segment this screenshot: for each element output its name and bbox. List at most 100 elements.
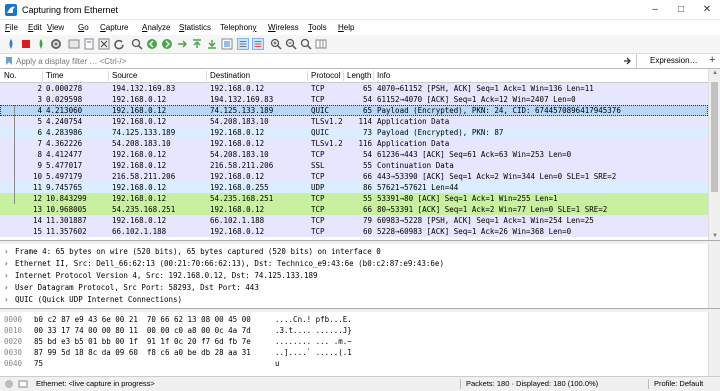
expert-info-icon[interactable] (4, 379, 14, 389)
colorize-list-icon[interactable] (252, 38, 264, 50)
related-packet-marker (14, 171, 15, 182)
go-forward-icon[interactable] (161, 38, 173, 50)
detail-tree-item[interactable]: › Frame 4: 65 bytes on wire (520 bits), 6… (0, 246, 708, 258)
column-divider[interactable] (206, 71, 207, 81)
scroll-up-icon[interactable]: ▲ (712, 70, 718, 76)
column-header[interactable]: Info (377, 71, 390, 80)
packet-row[interactable]: 12 10.843299 192.168.0.12 54.235.168.251 TCP… (0, 193, 708, 204)
menu-item[interactable]: View (47, 23, 64, 32)
column-divider[interactable] (307, 71, 308, 81)
display-filter-input[interactable] (2, 55, 635, 67)
packet-row[interactable]: 9 5.477017 192.168.0.12 216.58.211.206 SSL 55… (0, 160, 708, 171)
close-button[interactable]: ✕ (694, 0, 720, 20)
packet-src: 54.208.183.10 (112, 139, 171, 148)
capture-options-icon[interactable] (50, 38, 62, 50)
column-divider[interactable] (108, 71, 109, 81)
column-header[interactable]: Length (347, 71, 371, 80)
packet-dst: 192.168.0.12 (210, 172, 265, 181)
column-header[interactable]: No. (4, 71, 16, 80)
details-scrollbar[interactable] (708, 244, 720, 308)
column-divider[interactable] (42, 71, 43, 81)
minimize-button[interactable]: – (642, 0, 668, 20)
stop-capture-icon[interactable] (20, 38, 32, 50)
display-filter-bar: Expression… + (0, 54, 720, 69)
column-header[interactable]: Time (46, 71, 63, 80)
go-to-packet-icon[interactable] (176, 38, 188, 50)
packet-dst: 216.58.211.206 (210, 161, 274, 170)
colorize-icon[interactable] (237, 38, 249, 50)
expand-arrow-icon[interactable]: › (4, 282, 9, 294)
column-header[interactable]: Source (112, 71, 137, 80)
add-filter-button[interactable]: + (709, 54, 715, 66)
menu-item[interactable]: File (5, 23, 18, 32)
autoscroll-icon[interactable] (221, 38, 233, 50)
column-divider[interactable] (343, 71, 344, 81)
start-capture-icon[interactable] (5, 38, 17, 50)
column-header[interactable]: Destination (210, 71, 250, 80)
packet-src: 54.235.168.251 (112, 205, 176, 214)
packet-row[interactable]: 10 5.497179 216.58.211.206 192.168.0.12 TCP 6… (0, 171, 708, 182)
expand-arrow-icon[interactable]: › (4, 270, 9, 282)
expression-button[interactable]: Expression… (650, 56, 698, 65)
normal-size-icon[interactable] (300, 38, 312, 50)
scroll-down-icon[interactable]: ▼ (712, 233, 718, 239)
capture-comment-icon[interactable] (18, 379, 28, 389)
first-packet-icon[interactable] (191, 38, 203, 50)
packet-row-selected[interactable]: 4 4.213060 192.168.0.12 74.125.133.189 QUIC 6… (0, 105, 708, 116)
scroll-thumb[interactable] (711, 82, 718, 192)
last-packet-icon[interactable] (206, 38, 218, 50)
packet-info: 5228→60983 [ACK] Seq=1 Ack=26 Win=368 Le… (377, 227, 572, 236)
menu-item[interactable]: Wireless (268, 23, 299, 32)
restart-capture-icon[interactable] (35, 38, 47, 50)
packet-row[interactable]: 6 4.283986 74.125.133.189 192.168.0.12 QUIC 7… (0, 127, 708, 138)
profile-indicator[interactable]: Profile: Default (654, 379, 703, 388)
menu-item[interactable]: Analyze (142, 23, 170, 32)
detail-tree-item[interactable]: › User Datagram Protocol, Src Port: 58293… (0, 282, 708, 294)
packet-row[interactable]: 3 0.029598 192.168.0.12 194.132.169.83 TCP 54… (0, 94, 708, 105)
expand-arrow-icon[interactable]: › (4, 258, 9, 270)
expand-arrow-icon[interactable]: › (4, 294, 9, 306)
column-divider[interactable] (373, 71, 374, 81)
column-header[interactable]: Protocol (311, 71, 340, 80)
apply-filter-arrow-icon[interactable] (622, 56, 632, 66)
packet-len: 65 (362, 106, 372, 115)
packet-row[interactable]: 13 10.968005 54.235.168.251 192.168.0.12 TCP… (0, 204, 708, 215)
menu-item[interactable]: Go (78, 23, 89, 32)
packet-no: 6 (37, 128, 42, 137)
detail-tree-item[interactable]: › Internet Protocol Version 4, Src: 192.1… (0, 270, 708, 282)
menu-item[interactable]: Capture (100, 23, 128, 32)
reload-icon[interactable] (113, 38, 125, 50)
resize-columns-icon[interactable] (315, 38, 327, 50)
menu-item[interactable]: Edit (28, 23, 42, 32)
packet-proto: TCP (311, 150, 325, 159)
packet-list-scrollbar[interactable]: ▲ ▼ (708, 69, 720, 240)
zoom-out-icon[interactable] (285, 38, 297, 50)
bytes-offset: 0040 (4, 359, 23, 368)
bytes-hex: 75 (34, 359, 44, 368)
detail-text: QUIC (Quick UDP Internet Connections) (15, 295, 183, 304)
packet-row[interactable]: 5 4.240754 192.168.0.12 54.208.183.10 TLSv1.… (0, 116, 708, 127)
packet-row[interactable]: 2 0.000278 194.132.169.83 192.168.0.12 TCP 65… (0, 83, 708, 94)
bytes-scrollbar[interactable] (708, 312, 720, 376)
maximize-button[interactable]: □ (668, 0, 694, 20)
packet-row[interactable]: 11 9.745765 192.168.0.12 192.168.0.255 UDP 86… (0, 182, 708, 193)
find-packet-icon[interactable] (131, 38, 143, 50)
menu-item[interactable]: Help (338, 23, 354, 32)
expand-arrow-icon[interactable]: › (4, 246, 9, 258)
packet-row[interactable]: 8 4.412477 192.168.0.12 54.208.183.10 TCP 54 6… (0, 149, 708, 160)
detail-tree-item[interactable]: › QUIC (Quick UDP Internet Connections) (0, 294, 708, 306)
zoom-in-icon[interactable] (270, 38, 282, 50)
packet-no: 14 (32, 216, 42, 225)
menu-item[interactable]: Statistics (179, 23, 211, 32)
close-file-icon[interactable] (98, 38, 110, 50)
open-file-icon[interactable] (68, 38, 80, 50)
detail-tree-item[interactable]: › Ethernet II, Src: Dell_66:62:13 (00:21:… (0, 258, 708, 270)
go-back-icon[interactable] (146, 38, 158, 50)
packet-row[interactable]: 7 4.362226 54.208.183.10 192.168.0.12 TLSv1.… (0, 138, 708, 149)
menu-item[interactable]: Tools (308, 23, 327, 32)
menu-item[interactable]: Telephony (220, 23, 256, 32)
packet-row[interactable]: 14 11.301887 192.168.0.12 66.102.1.188 TCP 79… (0, 215, 708, 226)
packet-dst: 192.168.0.255 (210, 183, 269, 192)
packet-row[interactable]: 15 11.357602 66.102.1.188 192.168.0.12 TCP 60… (0, 226, 708, 237)
save-file-icon[interactable] (83, 38, 95, 50)
